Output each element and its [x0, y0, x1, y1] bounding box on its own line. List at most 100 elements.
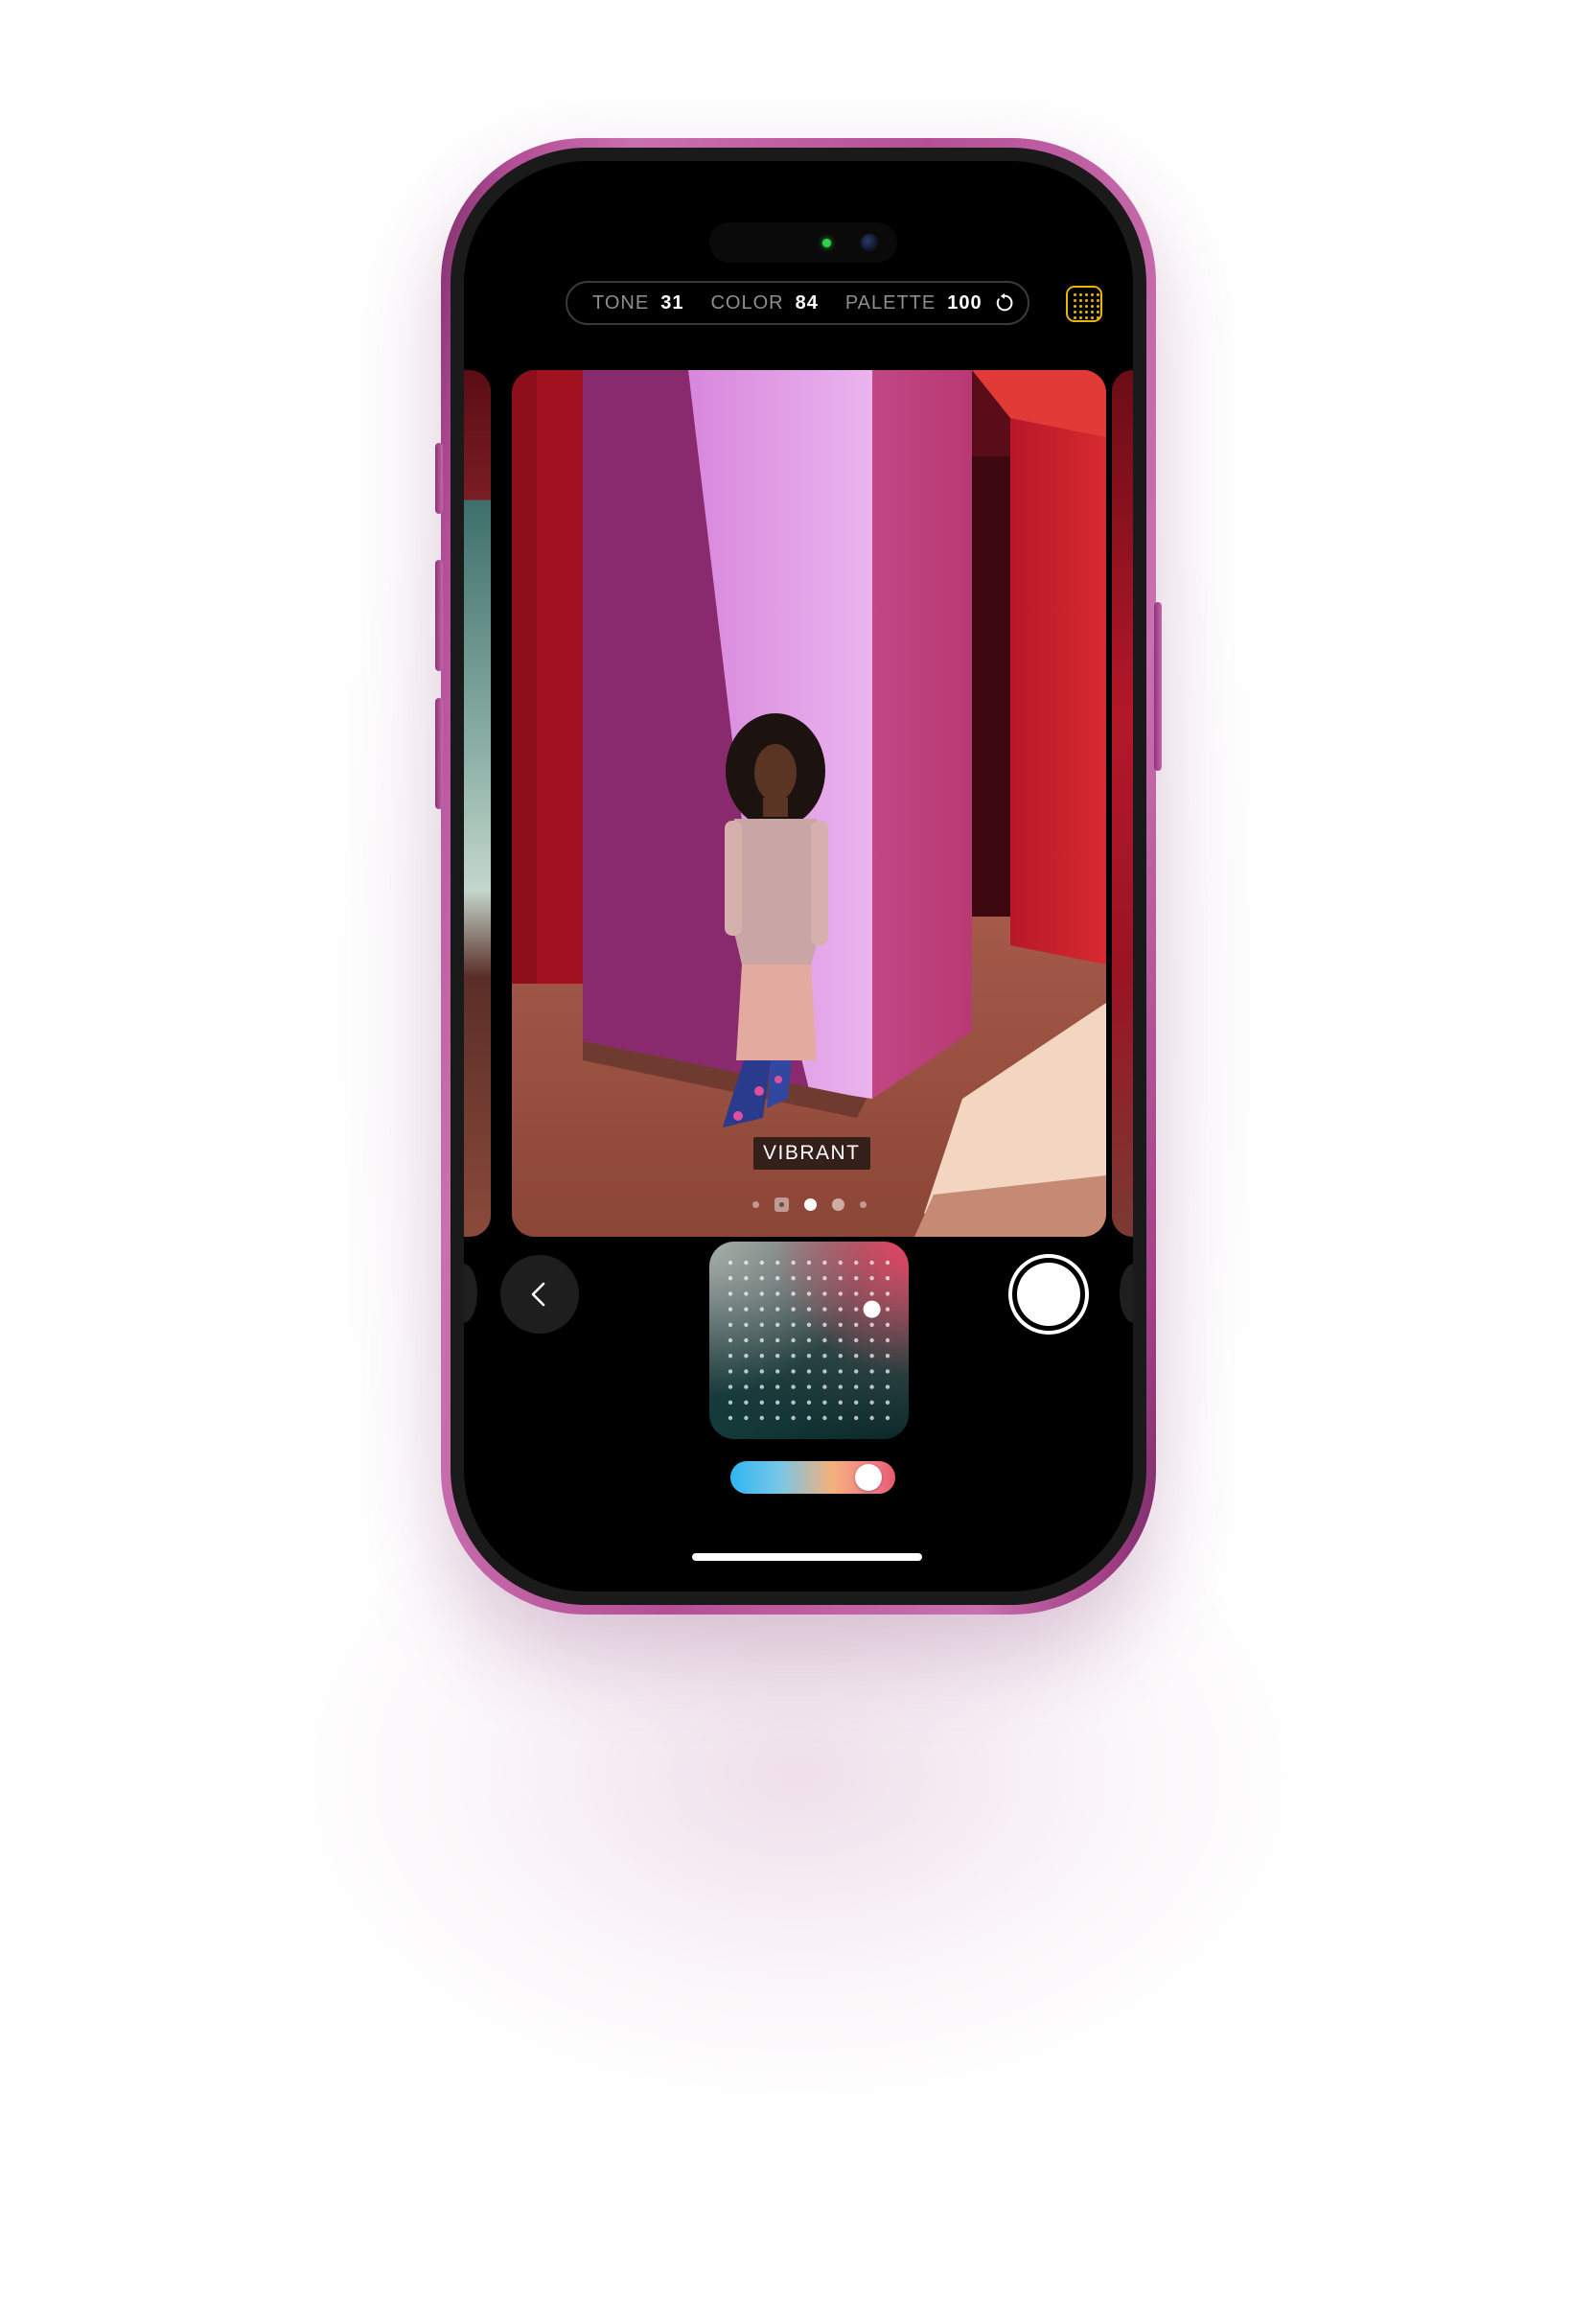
pad-dot — [759, 1369, 764, 1374]
pad-dot — [728, 1322, 733, 1327]
palette-slider-thumb[interactable] — [854, 1464, 882, 1491]
pad-dot — [885, 1400, 890, 1405]
pad-dot — [806, 1369, 812, 1374]
page-dot-active[interactable] — [803, 1197, 817, 1211]
pad-dot — [728, 1415, 733, 1421]
pad-dot — [728, 1260, 733, 1266]
pad-dot — [838, 1260, 843, 1266]
pad-dot — [775, 1337, 780, 1343]
pad-dot — [806, 1384, 812, 1389]
pad-dot — [822, 1322, 827, 1327]
pad-dot — [854, 1322, 859, 1327]
pad-dot — [838, 1415, 843, 1421]
dynamic-island — [709, 222, 897, 263]
pad-dot — [806, 1354, 812, 1359]
color-value[interactable]: 84 — [796, 292, 819, 314]
pad-dot — [869, 1322, 874, 1327]
pad-dot — [791, 1337, 796, 1343]
pad-dot — [728, 1291, 733, 1296]
reset-icon[interactable] — [994, 292, 1015, 314]
style-page-indicator[interactable] — [512, 1195, 1106, 1214]
pad-dot — [854, 1291, 859, 1296]
pad-dot — [885, 1384, 890, 1389]
pad-dot — [854, 1415, 859, 1421]
page-dot[interactable] — [751, 1200, 759, 1208]
pad-dot — [822, 1260, 827, 1266]
pad-dot — [854, 1260, 859, 1266]
pad-dot — [869, 1337, 874, 1343]
pad-dot — [775, 1400, 780, 1405]
action-button — [435, 443, 443, 514]
pad-dot — [854, 1337, 859, 1343]
pad-dot — [791, 1307, 796, 1312]
pad-dot — [869, 1291, 874, 1296]
previous-style-preview[interactable] — [464, 370, 491, 1237]
chevron-left-icon — [531, 1282, 545, 1307]
pad-dot — [744, 1384, 749, 1389]
page-dot-standard-icon[interactable] — [774, 1197, 789, 1212]
pad-dot — [728, 1354, 733, 1359]
pad-dot — [791, 1415, 796, 1421]
pad-dot — [885, 1322, 890, 1327]
camera-viewfinder: VIBRANT — [512, 370, 1106, 1237]
pad-dot — [838, 1369, 843, 1374]
page-dot[interactable] — [859, 1200, 867, 1208]
back-button[interactable] — [500, 1255, 579, 1334]
tone-color-pad[interactable] — [709, 1242, 909, 1439]
shutter-button[interactable] — [1008, 1254, 1089, 1335]
pad-dot — [744, 1400, 749, 1405]
pad-dot — [806, 1337, 812, 1343]
pad-dot — [822, 1369, 827, 1374]
pad-dot — [791, 1276, 796, 1281]
pad-dot — [744, 1291, 749, 1296]
page-dot[interactable] — [831, 1197, 844, 1211]
pad-dot — [728, 1307, 733, 1312]
pad-dot — [806, 1260, 812, 1266]
pad-dot — [822, 1354, 827, 1359]
pad-dot — [822, 1307, 827, 1312]
pad-dot — [838, 1276, 843, 1281]
pad-dot — [869, 1400, 874, 1405]
pad-dot — [838, 1307, 843, 1312]
pad-dot — [854, 1369, 859, 1374]
pad-dot — [775, 1307, 780, 1312]
color-label: COLOR — [710, 291, 784, 314]
pad-selection-handle[interactable] — [863, 1300, 881, 1318]
pad-dot — [806, 1415, 812, 1421]
pad-dot — [869, 1369, 874, 1374]
pad-dot — [854, 1400, 859, 1405]
pad-dot — [775, 1260, 780, 1266]
photographic-styles-bar[interactable]: TONE 31 COLOR 84 PALETTE 100 — [566, 281, 1029, 325]
viewfinder-image — [512, 370, 1106, 1237]
palette-slider[interactable] — [730, 1461, 895, 1494]
pad-dot — [885, 1260, 890, 1266]
pad-dot — [838, 1337, 843, 1343]
pad-dot — [728, 1400, 733, 1405]
pad-dot — [775, 1291, 780, 1296]
home-indicator[interactable] — [692, 1553, 922, 1561]
next-style-preview[interactable] — [1112, 370, 1133, 1237]
pad-dot — [806, 1322, 812, 1327]
pad-dot — [759, 1260, 764, 1266]
pad-dot — [728, 1337, 733, 1343]
pad-dot — [759, 1291, 764, 1296]
pad-dot — [854, 1384, 859, 1389]
tone-value[interactable]: 31 — [660, 292, 683, 314]
pad-dot — [744, 1276, 749, 1281]
side-button — [1154, 602, 1162, 771]
palette-value[interactable]: 100 — [947, 292, 982, 314]
pad-dot — [885, 1354, 890, 1359]
grid-icon[interactable] — [1066, 286, 1102, 322]
pad-dot — [869, 1415, 874, 1421]
pad-dot — [869, 1354, 874, 1359]
pad-dot — [885, 1337, 890, 1343]
pad-dot — [759, 1384, 764, 1389]
pad-dot — [744, 1322, 749, 1327]
pad-dot — [885, 1307, 890, 1312]
pad-dot — [728, 1276, 733, 1281]
pad-dot — [854, 1276, 859, 1281]
pad-dot — [791, 1354, 796, 1359]
pad-dot — [822, 1400, 827, 1405]
volume-down-button — [435, 698, 443, 809]
pad-dot — [759, 1276, 764, 1281]
